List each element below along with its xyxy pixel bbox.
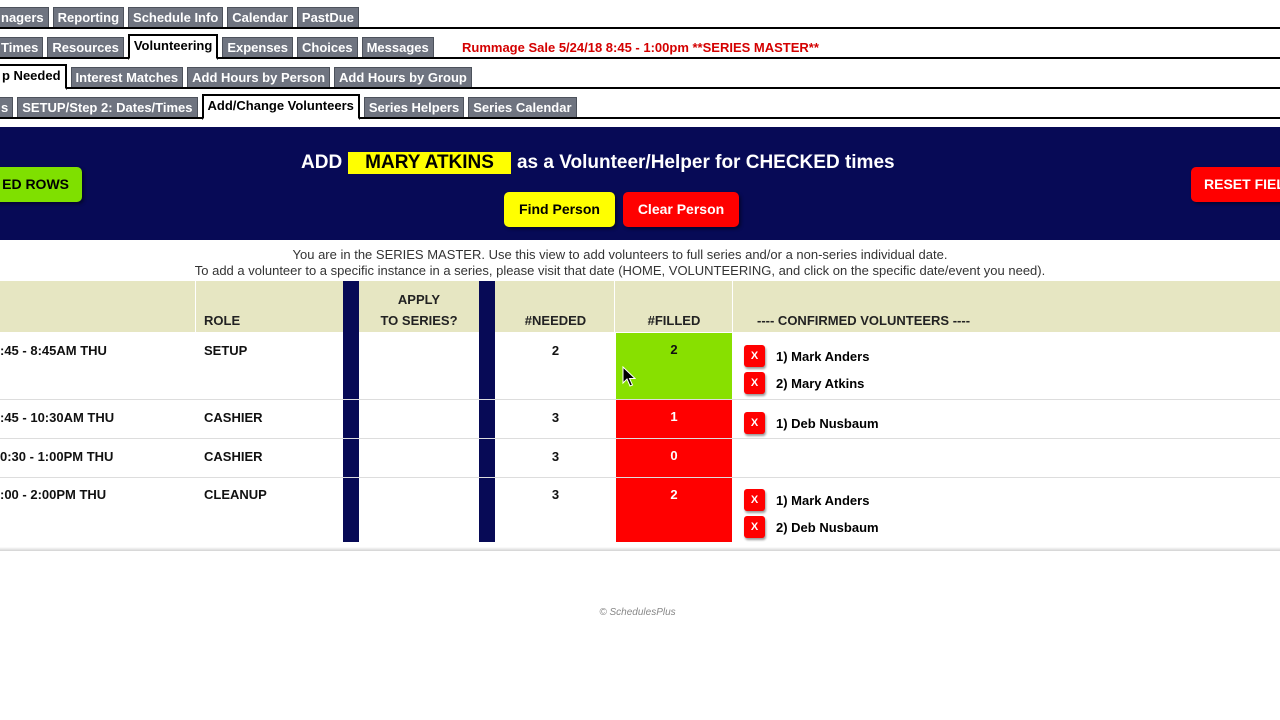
volunteer-entry: X 1) Deb Nusbaum (744, 411, 879, 435)
volunteer-entry: X 2) Deb Nusbaum (744, 515, 879, 539)
header-apply-line-2: TO SERIES? (380, 313, 458, 328)
tab-times[interactable]: Times (0, 37, 44, 57)
tab-help-needed[interactable]: p Needed (0, 64, 67, 90)
tab-row-1: nagers Reporting Schedule Info Calendar … (0, 0, 1280, 29)
row-role: CASHIER (204, 449, 263, 464)
header-confirmed-volunteers: ---- CONFIRMED VOLUNTEERS ---- (757, 313, 971, 328)
mouse-pointer-icon (622, 366, 636, 387)
row-role: CASHIER (204, 410, 263, 425)
tab-pastdue[interactable]: PastDue (296, 7, 359, 27)
remove-volunteer-button[interactable]: X (744, 372, 765, 394)
banner-title: ADD MARY ATKINS as a Volunteer/Helper for … (301, 152, 895, 174)
banner-add-label: ADD (301, 152, 343, 173)
table-row: :45 - 10:30AM THU CASHIER 3 1 X 1) Deb N… (0, 400, 1280, 439)
volunteer-entry: X 1) Mark Anders (744, 344, 869, 368)
volunteer-name: 1) Mark Anders (776, 492, 870, 508)
table-row: 0:30 - 1:00PM THU CASHIER 3 0 (0, 439, 1280, 478)
tab-resources[interactable]: Resources (47, 37, 124, 57)
row-time: 0:30 - 1:00PM THU (0, 449, 114, 464)
tab-add-hours-by-group[interactable]: Add Hours by Group (334, 67, 472, 87)
add-volunteer-banner: ED ROWS ADD MARY ATKINS as a Volunteer/Hel… (0, 127, 1280, 240)
row-filled-count: 2 (670, 487, 678, 502)
tab-setup-step-1[interactable]: s (0, 97, 14, 117)
tab-managers[interactable]: nagers (0, 7, 49, 27)
row-time: :45 - 8:45AM THU (0, 343, 107, 358)
row-filled-count: 2 (670, 342, 678, 357)
remove-volunteer-button[interactable]: X (744, 345, 765, 367)
remove-volunteer-button[interactable]: X (744, 412, 765, 434)
row-filled-status: 1 (616, 400, 732, 438)
volunteer-name: 2) Deb Nusbaum (776, 519, 879, 535)
series-title: Rummage Sale 5/24/18 8:45 - 1:00pm **SER… (462, 40, 819, 55)
reset-fields-button[interactable]: RESET FIEL (1191, 167, 1280, 202)
clear-person-button[interactable]: Clear Person (623, 192, 739, 227)
table-row: :45 - 8:45AM THU SETUP 2 2 X 1) Mark And… (0, 332, 1280, 400)
volunteer-name: 1) Mark Anders (776, 348, 870, 364)
row-time: :45 - 10:30AM THU (0, 410, 115, 425)
find-person-button[interactable]: Find Person (504, 192, 615, 227)
column-divider (195, 281, 196, 332)
tab-calendar[interactable]: Calendar (227, 7, 293, 27)
row-needed: 3 (551, 410, 560, 425)
tab-add-change-volunteers[interactable]: Add/Change Volunteers (201, 94, 360, 120)
footer-copyright: © SchedulesPlus (599, 607, 676, 618)
header-filled: #FILLED (647, 313, 701, 328)
header-role: ROLE (204, 313, 241, 328)
header-apply-line-1: APPLY (397, 292, 441, 307)
volunteer-name: 2) Mary Atkins (776, 375, 865, 391)
series-info-line-1: You are in the SERIES MASTER. Use this v… (292, 247, 948, 262)
tab-row-4: s SETUP/Step 2: Dates/Times Add/Change V… (0, 90, 1280, 120)
table-row: :00 - 2:00PM THU CLEANUP 3 2 X 1) Mark A… (0, 478, 1280, 542)
add-checked-rows-button[interactable]: ED ROWS (0, 167, 82, 202)
tab-series-helpers[interactable]: Series Helpers (363, 97, 465, 117)
row-filled-count: 1 (670, 409, 678, 424)
header-needed: #NEEDED (524, 313, 587, 328)
tab-series-calendar[interactable]: Series Calendar (468, 97, 577, 117)
row-needed: 3 (551, 487, 560, 502)
column-divider (614, 281, 615, 332)
remove-volunteer-button[interactable]: X (744, 489, 765, 511)
tab-expenses[interactable]: Expenses (222, 37, 294, 57)
row-role: CLEANUP (204, 487, 267, 502)
column-divider (732, 281, 733, 332)
row-needed: 2 (551, 343, 560, 358)
row-filled-status: 0 (616, 439, 732, 477)
tab-schedule-info[interactable]: Schedule Info (128, 7, 224, 27)
series-info-line-2: To add a volunteer to a specific instanc… (194, 263, 1046, 278)
tab-choices[interactable]: Choices (297, 37, 358, 57)
tab-row-3: p Needed Interest Matches Add Hours by P… (0, 60, 1280, 90)
tab-interest-matches[interactable]: Interest Matches (70, 67, 184, 87)
row-role: SETUP (204, 343, 248, 358)
table-bottom-shadow (0, 542, 1280, 551)
row-needed: 3 (551, 449, 560, 464)
volunteer-name: 1) Deb Nusbaum (776, 415, 879, 431)
tab-setup-step-2[interactable]: SETUP/Step 2: Dates/Times (17, 97, 198, 117)
row-time: :00 - 2:00PM THU (0, 487, 107, 502)
table-header: ROLE APPLY TO SERIES? #NEEDED #FILLED --… (0, 281, 1280, 332)
row-filled-status: 2 (616, 478, 732, 542)
tab-messages[interactable]: Messages (361, 37, 434, 57)
volunteer-entry: X 2) Mary Atkins (744, 371, 864, 395)
tab-reporting[interactable]: Reporting (52, 7, 125, 27)
remove-volunteer-button[interactable]: X (744, 516, 765, 538)
tab-add-hours-by-person[interactable]: Add Hours by Person (187, 67, 331, 87)
volunteer-entry: X 1) Mark Anders (744, 488, 869, 512)
selected-person-name: MARY ATKINS (348, 152, 511, 174)
row-filled-count: 0 (670, 448, 678, 463)
tab-volunteering[interactable]: Volunteering (127, 34, 219, 60)
banner-suffix: as a Volunteer/Helper for CHECKED times (516, 152, 895, 173)
